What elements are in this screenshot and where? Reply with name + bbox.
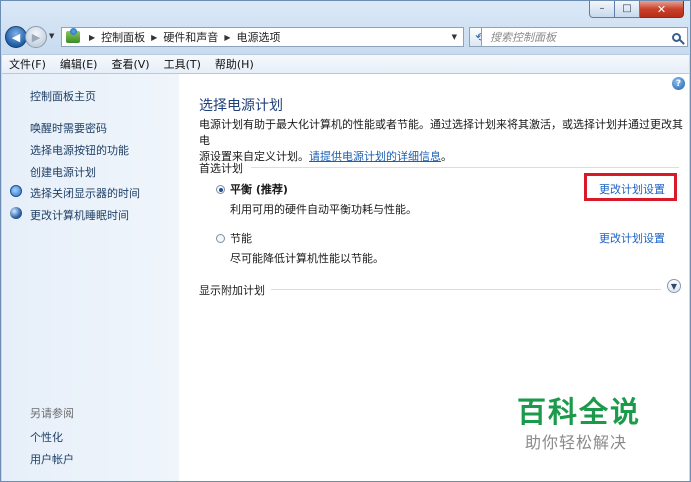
control-panel-home-link[interactable]: 控制面板主页 xyxy=(30,88,96,104)
balanced-plan-name[interactable]: 平衡 (推荐) xyxy=(230,181,288,197)
breadcrumb-power-options[interactable]: 电源选项 xyxy=(236,29,280,45)
description-text: 电源计划有助于最大化计算机的性能或者节能。通过选择计划来将其激活，或选择计划并通… xyxy=(199,118,683,147)
breadcrumb-hardware-sound[interactable]: 硬件和声音 xyxy=(163,29,218,45)
display-icon xyxy=(10,185,22,197)
forward-arrow-icon: ▶ xyxy=(31,30,41,44)
page-title: 选择电源计划 xyxy=(199,98,283,114)
task-pane: 控制面板主页 唤醒时需要密码 选择电源按钮的功能 创建电源计划 选择关闭显示器的… xyxy=(2,74,179,481)
menu-view[interactable]: 查看(V) xyxy=(104,56,156,72)
personalization-link[interactable]: 个性化 xyxy=(30,429,63,445)
address-dropdown-icon[interactable]: ▼ xyxy=(452,33,457,41)
page-description: 电源计划有助于最大化计算机的性能或者节能。通过选择计划来将其激活，或选择计划并通… xyxy=(199,117,683,165)
navigation-bar: ◀ ▶ ▼ ▶ 控制面板 ▶ 硬件和声音 ▶ 电源选项 ▼ ⟲ 搜索控制面板 xyxy=(5,25,688,51)
recent-pages-dropdown-icon[interactable]: ▼ xyxy=(49,32,54,40)
balanced-plan-desc: 利用可用的硬件自动平衡功耗与性能。 xyxy=(230,203,417,216)
maximize-button[interactable]: □ xyxy=(615,1,640,18)
expand-chevron-icon[interactable]: ▼ xyxy=(667,279,681,293)
breadcrumb-separator-icon[interactable]: ▶ xyxy=(151,33,157,42)
group-divider xyxy=(271,289,661,290)
breadcrumb-separator-icon[interactable]: ▶ xyxy=(89,33,95,42)
preferred-plans-heading: 首选计划 xyxy=(199,162,243,175)
control-panel-icon xyxy=(66,28,80,43)
search-box[interactable]: 搜索控制面板 xyxy=(481,27,688,47)
help-icon[interactable]: ? xyxy=(672,77,685,90)
balanced-radio[interactable] xyxy=(216,185,225,194)
task-power-buttons-link[interactable]: 选择电源按钮的功能 xyxy=(30,142,129,158)
watermark-title: 百科全说 xyxy=(517,395,642,429)
breadcrumb-control-panel[interactable]: 控制面板 xyxy=(101,29,145,45)
task-sleep-time-link[interactable]: 更改计算机睡眠时间 xyxy=(30,207,129,223)
show-additional-plans-heading[interactable]: 显示附加计划 xyxy=(199,282,265,298)
close-icon: ✕ xyxy=(656,2,667,16)
task-display-off-link[interactable]: 选择关闭显示器的时间 xyxy=(30,185,140,201)
menu-tools[interactable]: 工具(T) xyxy=(157,56,208,72)
power-saver-plan-name[interactable]: 节能 xyxy=(230,230,252,246)
plan-details-link[interactable]: 请提供电源计划的详细信息 xyxy=(309,150,441,163)
breadcrumb-separator-icon[interactable]: ▶ xyxy=(224,33,230,42)
power-saver-plan-desc: 尽可能降低计算机性能以节能。 xyxy=(230,252,384,265)
group-divider xyxy=(251,167,679,168)
task-create-plan-link[interactable]: 创建电源计划 xyxy=(30,164,96,180)
caption-buttons: – □ ✕ xyxy=(589,1,684,18)
task-wake-password-link[interactable]: 唤醒时需要密码 xyxy=(30,120,107,136)
forward-button[interactable]: ▶ xyxy=(25,26,47,48)
menu-help[interactable]: 帮助(H) xyxy=(208,56,261,72)
watermark-subtitle: 助你轻松解决 xyxy=(525,433,628,452)
address-bar[interactable]: ▶ 控制面板 ▶ 硬件和声音 ▶ 电源选项 ▼ xyxy=(61,27,464,47)
back-arrow-icon: ◀ xyxy=(11,30,21,44)
user-accounts-link[interactable]: 用户帐户 xyxy=(30,451,74,467)
description-end: 。 xyxy=(441,150,452,163)
search-icon[interactable] xyxy=(672,32,681,42)
menu-edit[interactable]: 编辑(E) xyxy=(53,56,105,72)
see-also-heading: 另请参阅 xyxy=(30,407,74,420)
highlight-box xyxy=(584,173,677,201)
minimize-icon: – xyxy=(599,3,605,14)
power-saver-change-settings-link[interactable]: 更改计划设置 xyxy=(599,230,665,246)
close-button[interactable]: ✕ xyxy=(640,1,684,18)
back-button[interactable]: ◀ xyxy=(5,26,27,48)
minimize-button[interactable]: – xyxy=(589,1,615,18)
control-panel-window: – □ ✕ ◀ ▶ ▼ ▶ 控制面板 ▶ 硬件和声音 ▶ 电源选项 ▼ ⟲ 搜索… xyxy=(0,0,691,482)
power-saver-radio[interactable] xyxy=(216,234,225,243)
maximize-icon: □ xyxy=(622,3,632,14)
menu-file[interactable]: 文件(F) xyxy=(2,56,53,72)
sleep-moon-icon xyxy=(10,207,22,219)
menu-bar: 文件(F) 编辑(E) 查看(V) 工具(T) 帮助(H) xyxy=(2,54,689,74)
search-placeholder: 搜索控制面板 xyxy=(490,31,556,44)
main-content: ? 选择电源计划 电源计划有助于最大化计算机的性能或者节能。通过选择计划来将其激… xyxy=(179,74,689,481)
